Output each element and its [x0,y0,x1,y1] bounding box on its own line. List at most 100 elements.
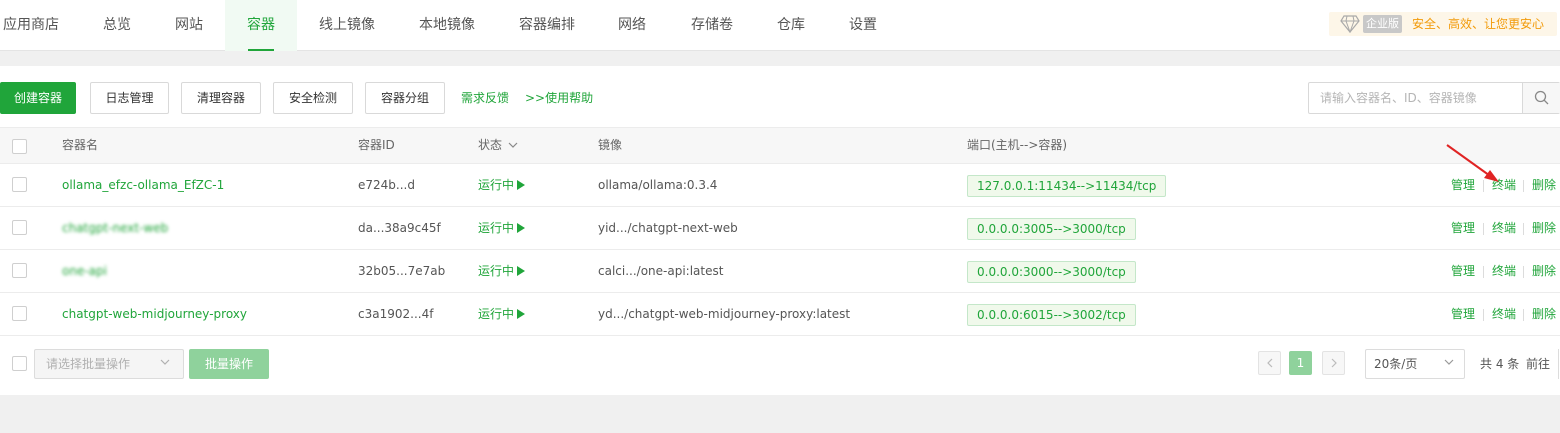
column-header-name: 容器名 [62,138,99,152]
terminal-link[interactable]: 终端 [1492,293,1516,335]
play-icon [517,180,526,190]
container-name[interactable]: chatgpt-web-midjourney-proxy [62,293,247,335]
security-check-button[interactable]: 安全检测 [273,82,353,114]
container-id: da...38a9c45f [358,221,441,235]
port-mapping: 0.0.0.0:3000-->3000/tcp [967,261,1136,283]
column-header-image: 镜像 [598,138,623,152]
chevron-down-icon [508,142,518,148]
help-link[interactable]: >>使用帮助 [525,82,593,114]
feedback-link[interactable]: 需求反馈 [461,82,509,114]
play-icon [517,223,526,233]
status-text: 运行中 [478,178,515,192]
nav-tab-overview[interactable]: 总览 [86,0,148,51]
enterprise-badge: 企业版 [1363,15,1402,33]
table-row: ollama_efzc-ollama_EfZC-1 e724b...d 运行中 … [0,164,1560,207]
play-icon [517,309,526,319]
table-header: 容器名 容器ID 状态 镜像 端口(主机-->容器) [0,127,1560,164]
container-panel: 创建容器 日志管理 清理容器 安全检测 容器分组 需求反馈 >>使用帮助 容器名… [0,66,1560,395]
status-badge[interactable]: 运行中 [478,250,526,292]
row-checkbox[interactable] [12,220,27,235]
select-all-checkbox[interactable] [12,139,27,154]
page-size-select[interactable]: 20条/页 [1365,349,1465,379]
nav-tab-local-images[interactable]: 本地镜像 [411,0,483,51]
chevron-left-icon [1267,358,1273,368]
top-nav: 应用商店 总览 网站 容器 线上镜像 本地镜像 容器编排 网络 存储卷 仓库 设… [0,0,1560,51]
footer-select-all-checkbox[interactable] [12,356,27,371]
status-text: 运行中 [478,264,515,278]
page-size-value: 20条/页 [1374,357,1418,371]
container-id: e724b...d [358,178,415,192]
delete-link[interactable]: 删除 [1532,293,1556,335]
search-icon [1534,90,1549,105]
batch-operation-button[interactable]: 批量操作 [189,349,269,379]
goto-label: 前往 [1526,357,1551,371]
container-image: yid.../chatgpt-next-web [598,221,738,235]
enterprise-banner[interactable]: 企业版 安全、高效、让您更安心 [1329,12,1557,36]
container-group-button[interactable]: 容器分组 [365,82,445,114]
port-mapping: 127.0.0.1:11434-->11434/tcp [967,175,1167,197]
action-divider [1523,266,1524,278]
manage-link[interactable]: 管理 [1451,164,1475,206]
container-image: calci.../one-api:latest [598,264,724,278]
play-icon [517,266,526,276]
container-image: yd.../chatgpt-web-midjourney-proxy:lates… [598,307,851,321]
column-header-id: 容器ID [358,138,395,152]
table-row: one-api 32b05...7e7ab 运行中 calci.../one-a… [0,250,1560,293]
port-mapping: 0.0.0.0:6015-->3002/tcp [967,304,1136,326]
action-divider [1523,223,1524,235]
manage-link[interactable]: 管理 [1451,293,1475,335]
table-row: chatgpt-next-web da...38a9c45f 运行中 yid..… [0,207,1560,250]
status-text: 运行中 [478,221,515,235]
status-badge[interactable]: 运行中 [478,207,526,249]
nav-tab-app-store[interactable]: 应用商店 [0,0,62,51]
nav-tab-volumes[interactable]: 存储卷 [684,0,740,51]
status-badge[interactable]: 运行中 [478,164,526,206]
delete-link[interactable]: 删除 [1532,250,1556,292]
log-management-button[interactable]: 日志管理 [90,82,169,114]
batch-operation-select[interactable]: 请选择批量操作 [34,349,184,379]
chevron-down-icon [160,359,170,365]
container-name[interactable]: ollama_efzc-ollama_EfZC-1 [62,164,224,206]
column-header-status[interactable]: 状态 [478,128,518,163]
delete-link[interactable]: 删除 [1532,207,1556,249]
terminal-link[interactable]: 终端 [1492,164,1516,206]
nav-tab-compose[interactable]: 容器编排 [511,0,583,51]
nav-tab-settings[interactable]: 设置 [838,0,888,51]
total-count: 共 4 条 [1480,357,1520,371]
next-page-button[interactable] [1322,351,1345,375]
action-divider [1523,309,1524,321]
chevron-down-icon [1444,359,1454,365]
container-name[interactable]: chatgpt-next-web [62,207,168,249]
terminal-link[interactable]: 终端 [1492,207,1516,249]
port-mapping: 0.0.0.0:3005-->3000/tcp [967,218,1136,240]
nav-tab-network[interactable]: 网络 [604,0,660,51]
search-input[interactable] [1309,83,1522,113]
container-id: c3a1902...4f [358,307,434,321]
current-page[interactable]: 1 [1289,351,1312,375]
chevron-right-icon [1331,358,1337,368]
container-image: ollama/ollama:0.3.4 [598,178,718,192]
action-divider [1483,266,1484,278]
nav-tab-containers[interactable]: 容器 [225,0,297,51]
diamond-icon [1340,15,1360,37]
action-divider [1483,180,1484,192]
row-checkbox[interactable] [12,177,27,192]
status-badge[interactable]: 运行中 [478,293,526,335]
prev-page-button[interactable] [1258,351,1281,375]
row-checkbox[interactable] [12,306,27,321]
column-header-ports: 端口(主机-->容器) [967,138,1068,152]
clean-containers-button[interactable]: 清理容器 [181,82,261,114]
manage-link[interactable]: 管理 [1451,207,1475,249]
manage-link[interactable]: 管理 [1451,250,1475,292]
container-name[interactable]: one-api [62,250,107,292]
search-button[interactable] [1522,83,1560,113]
create-container-button[interactable]: 创建容器 [0,82,76,114]
action-divider [1523,180,1524,192]
row-checkbox[interactable] [12,263,27,278]
enterprise-slogan: 安全、高效、让您更安心 [1412,17,1545,31]
terminal-link[interactable]: 终端 [1492,250,1516,292]
nav-tab-registry[interactable]: 仓库 [766,0,816,51]
nav-tab-online-images[interactable]: 线上镜像 [311,0,383,51]
nav-tab-website[interactable]: 网站 [158,0,220,51]
delete-link[interactable]: 删除 [1532,164,1556,206]
